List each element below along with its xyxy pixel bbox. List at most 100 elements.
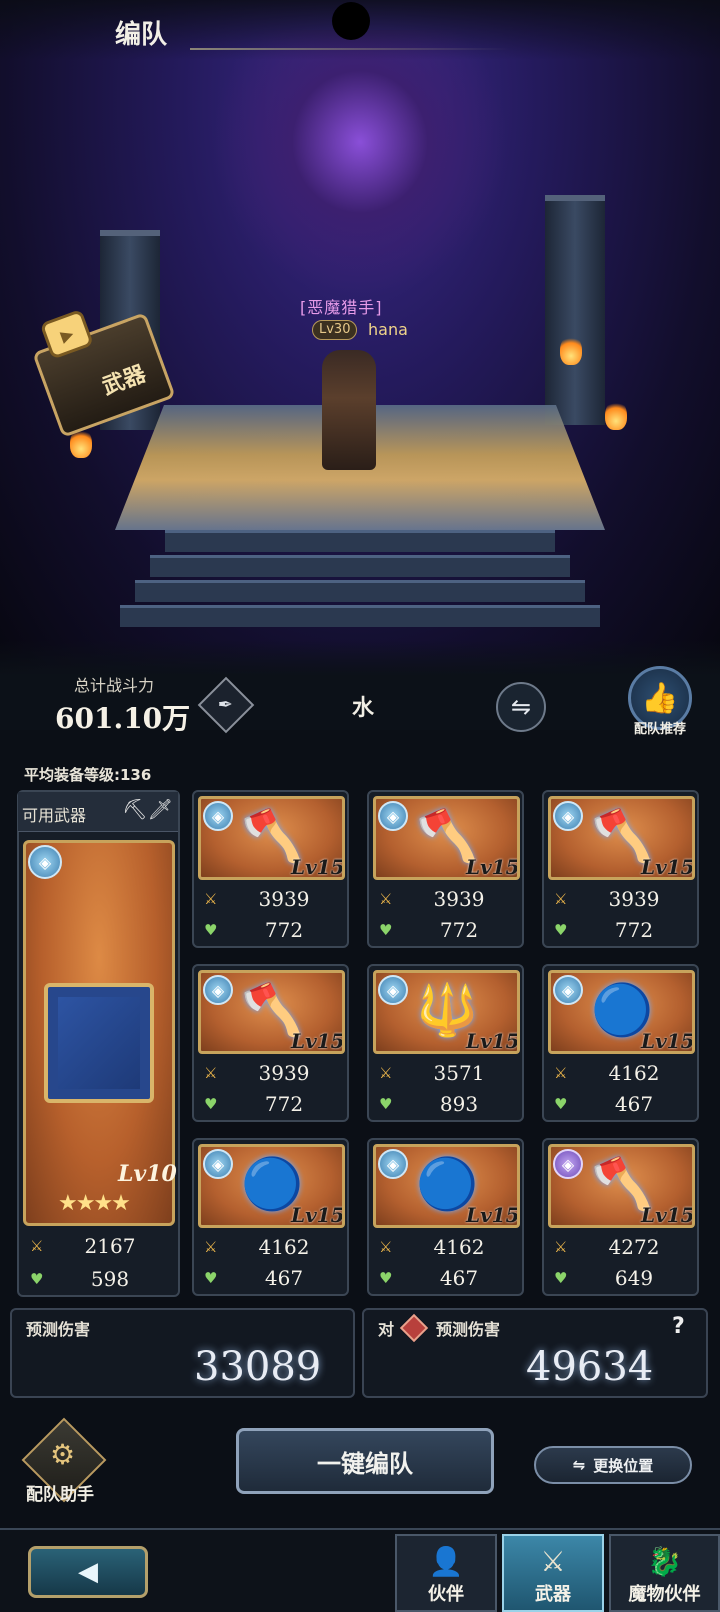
main-weapon-level: Lv10 [118,1161,177,1187]
element-label[interactable]: 水 [352,690,374,722]
average-equip-level: 平均装备等级:136 [24,766,152,784]
dark-element-icon: ◈ [553,1149,583,1179]
hp-value: 467 [264,1266,304,1290]
one-click-team-button[interactable]: 一键编队 [236,1428,494,1494]
swap-position-button[interactable]: ⇋ 更换位置 [534,1446,692,1484]
total-power-label: 总计战斗力 [74,676,155,695]
swap-arrows-icon: ⇋ [572,1456,586,1474]
attack-value: 3939 [258,1061,310,1085]
weapon-image: 🪓 ◈ Lv15 [198,970,345,1054]
weapon-type-icons: ⛏🗡 [122,797,173,821]
attack-icon: ⚔ [379,1238,393,1256]
hp-value: 467 [439,1266,479,1290]
predicted-damage-label: 预测伤害 [26,1320,91,1339]
weapon-level: Lv15 [641,1203,695,1227]
hp-heart-icon: ♥ [204,1269,218,1287]
weapon-card[interactable]: 🪓 ◈ Lv15 ⚔ 3939 ♥ 772 [367,790,524,948]
character-class: [恶魔猎手] [300,298,383,317]
crossed-swords-icon: ⚔ [540,1545,566,1578]
attack-row: ⚔ 3939 [379,886,519,912]
dragon-icon: 🐉 [647,1545,682,1578]
camera-cutout [332,2,370,40]
weapon-level: Lv15 [466,1029,520,1053]
hp-heart-icon: ♥ [204,1095,218,1113]
stair-step [165,530,555,552]
title-divider [190,48,510,50]
hp-row: ♥ 772 [204,1091,344,1117]
swap-position-label: 更换位置 [593,1456,654,1475]
main-weapon-card[interactable]: ◈ Lv10 ★★★★ [23,840,177,1226]
weapon-card[interactable]: 🪓 ◈ Lv15 ⚔ 4272 ♥ 649 [542,1138,699,1296]
hp-heart-icon: ♥ [30,1270,44,1288]
attack-value: 4162 [433,1235,485,1259]
attack-value: 4272 [608,1235,660,1259]
stair-step [150,555,570,577]
weapon-image: 🪓 ◈ Lv15 [198,796,345,880]
swap-team-button[interactable]: ⇋ [496,682,546,732]
hp-row: ♥ 772 [554,917,694,943]
hp-heart-icon: ♥ [379,921,393,939]
weapon-card[interactable]: 🪓 ◈ Lv15 ⚔ 3939 ♥ 772 [192,790,349,948]
weapon-card[interactable]: 🪓 ◈ Lv15 ⚔ 3939 ♥ 772 [192,964,349,1122]
swap-arrows-icon: ⇋ [510,693,532,721]
hp-value: 649 [614,1266,654,1290]
team-recommend-label: 配队推荐 [634,722,687,737]
weapon-image: 🪓 ◈ Lv15 [373,796,520,880]
back-button[interactable]: ◀ [28,1546,148,1598]
pickaxe-icon: ⛏ [122,797,148,821]
main-attack-value: 2167 [84,1234,136,1258]
page-title: 编队 [115,20,168,50]
vs-damage-label: 预测伤害 [436,1320,501,1339]
hp-row: ♥ 772 [379,917,519,943]
hp-value: 772 [439,918,479,942]
tab-weapon[interactable]: ⚔ 武器 [502,1534,604,1612]
attack-row: ⚔ 3571 [379,1060,519,1086]
team-assistant-label: 配队助手 [26,1485,94,1505]
sword-icon: 🗡 [147,797,173,821]
attack-row: ⚔ 3939 [204,886,344,912]
hp-row: ♥ 772 [204,917,344,943]
attack-value: 4162 [608,1061,660,1085]
water-element-icon: ◈ [378,801,408,831]
thumbs-up-icon: 👍 [641,680,679,716]
weapon-card[interactable]: 🔱 ◈ Lv15 ⚔ 3571 ♥ 893 [367,964,524,1122]
hp-heart-icon: ♥ [554,921,568,939]
hp-heart-icon: ♥ [554,1269,568,1287]
feather-icon: ✒ [218,694,234,716]
main-attack-row: ⚔ 2167 [30,1233,170,1259]
water-element-icon: ◈ [203,801,233,831]
hp-value: 772 [614,918,654,942]
weapon-card[interactable]: 🪓 ◈ Lv15 ⚔ 3939 ♥ 772 [542,790,699,948]
vs-damage-box: 对 预测伤害 ? 49634 [362,1308,708,1398]
hp-value: 772 [264,1092,304,1116]
torch-fire [605,400,627,430]
player-character[interactable] [322,350,376,470]
weapon-card[interactable]: 🔵 ◈ Lv15 ⚔ 4162 ♥ 467 [367,1138,524,1296]
character-name: hana [368,320,408,339]
weapon-card[interactable]: 🔵 ◈ Lv15 ⚔ 4162 ♥ 467 [192,1138,349,1296]
demon-boss [200,30,520,310]
attack-icon: ⚔ [30,1237,44,1255]
weapon-image: 🔵 ◈ Lv15 [373,1144,520,1228]
total-power-value: 601.10万 [55,702,191,735]
attack-row: ⚔ 4162 [204,1234,344,1260]
attack-row: ⚔ 3939 [204,1060,344,1086]
help-icon[interactable]: ? [672,1314,685,1339]
tab-partner[interactable]: 👤 伙伴 [395,1534,497,1612]
weapon-image: 🪓 ◈ Lv15 [548,796,695,880]
tab-weapon-label: 武器 [535,1584,571,1605]
character-level: Lv30 [312,320,358,340]
tab-monster-partner[interactable]: 🐉 魔物伙伴 [609,1534,720,1612]
weapon-level: Lv15 [641,855,695,879]
partner-icon: 👤 [428,1545,464,1578]
water-element-icon: ◈ [203,975,233,1005]
main-hp-value: 598 [90,1267,130,1291]
weapon-card[interactable]: 🔵 ◈ Lv15 ⚔ 4162 ♥ 467 [542,964,699,1122]
hp-row: ♥ 467 [204,1265,344,1291]
stone-pillar-right [545,195,605,425]
attack-icon: ⚔ [554,1064,568,1082]
water-element-icon: ◈ [378,1149,408,1179]
attack-icon: ⚔ [204,1238,218,1256]
weapon-badge-label: 武器 [99,361,150,401]
attack-icon: ⚔ [379,890,393,908]
